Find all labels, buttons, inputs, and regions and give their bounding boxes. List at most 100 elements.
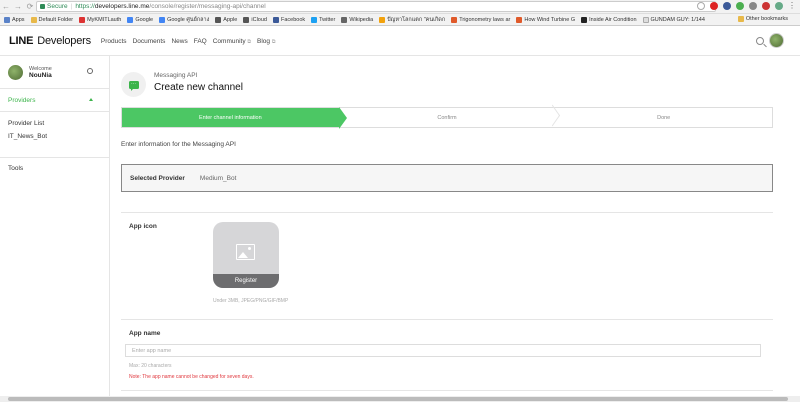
app-name-label: App name bbox=[129, 330, 161, 337]
step-enter-info: Enter channel information bbox=[122, 107, 347, 129]
bookmark-item[interactable]: Google ศูนย์กลาง bbox=[159, 16, 209, 24]
bookmark-item[interactable]: ปัญหาโลกแตก "คนเกิดก bbox=[379, 16, 445, 24]
step-confirm: Confirm bbox=[339, 108, 556, 127]
bookmark-item[interactable]: MyKMITLauth bbox=[79, 16, 121, 23]
icon-upload-hint: Under 3MB, JPEG/PNG/GIF/BMP bbox=[213, 298, 289, 304]
nav-faq[interactable]: FAQ bbox=[194, 38, 207, 45]
bookmark-item[interactable]: Default Folder bbox=[30, 16, 73, 23]
external-link-icon: ⧉ bbox=[271, 38, 276, 45]
app-name-input[interactable] bbox=[125, 344, 761, 357]
forward-icon[interactable]: → bbox=[12, 2, 24, 11]
divider bbox=[121, 319, 773, 320]
sidebar: Welcome NouNia Providers Provider List I… bbox=[0, 56, 110, 402]
app-icon-label: App icon bbox=[129, 223, 157, 230]
gear-icon[interactable] bbox=[87, 68, 93, 74]
bookmark-item[interactable]: Trigonometry laws ar bbox=[451, 16, 510, 23]
extension-icons: ⋮ bbox=[697, 2, 796, 10]
bookmark-item[interactable]: Google bbox=[127, 16, 153, 23]
selected-provider-value: Medium_Bot bbox=[199, 174, 237, 182]
apple-icon bbox=[243, 16, 250, 23]
profile-icon[interactable] bbox=[775, 2, 783, 10]
bookmark-item[interactable]: How Wind Turbine G bbox=[516, 16, 575, 23]
lock-icon bbox=[40, 4, 45, 9]
browser-address-bar: ← → ⟳ Secure | https:// developers.line.… bbox=[0, 0, 800, 14]
selected-provider-label: Selected Provider bbox=[130, 174, 185, 182]
messaging-api-icon: ··· bbox=[121, 72, 146, 97]
star-icon[interactable] bbox=[697, 2, 705, 10]
url-bar[interactable]: Secure | https:// developers.line.me /co… bbox=[36, 1, 716, 12]
site-header: LINE Developers Products Documents News F… bbox=[0, 27, 800, 56]
bookmark-item[interactable]: Apps bbox=[4, 16, 25, 23]
url-scheme: https:// bbox=[75, 3, 95, 10]
selected-provider-box: Selected Provider Medium_Bot bbox=[121, 164, 773, 192]
register-icon-button[interactable]: Register bbox=[213, 274, 279, 288]
intro-text: Enter information for the Messaging API bbox=[121, 141, 236, 148]
extension-icon[interactable] bbox=[723, 2, 731, 10]
bookmark-item[interactable]: Apple bbox=[215, 16, 237, 23]
back-icon[interactable]: ← bbox=[0, 2, 12, 11]
progress-steps: Enter channel information Confirm Done bbox=[121, 107, 773, 129]
sidebar-item-it-news-bot[interactable]: IT_News_Bot bbox=[8, 133, 109, 140]
page-icon bbox=[642, 16, 649, 23]
drive-icon[interactable] bbox=[736, 2, 744, 10]
bookmark-item[interactable]: iCloud bbox=[243, 16, 267, 23]
search-icon[interactable] bbox=[756, 37, 764, 45]
folder-icon bbox=[737, 16, 744, 22]
url-path: /console/register/messaging-api/channel bbox=[149, 3, 266, 10]
sidebar-item-tools[interactable]: Tools bbox=[0, 158, 109, 172]
site-icon bbox=[581, 16, 588, 23]
bookmarks-bar: Apps Default Folder MyKMITLauth Google G… bbox=[0, 14, 800, 26]
bookmark-item[interactable]: Inside Air Condition bbox=[581, 16, 637, 23]
other-bookmarks[interactable]: Other bookmarks bbox=[737, 16, 788, 22]
bookmark-item[interactable]: Facebook bbox=[272, 16, 305, 23]
step-done: Done bbox=[657, 114, 671, 121]
bookmark-item[interactable]: Wikipedia bbox=[341, 16, 373, 23]
apps-icon bbox=[4, 16, 10, 23]
sidebar-item-provider-list[interactable]: Provider List bbox=[8, 120, 109, 127]
chat-bubble-icon: ··· bbox=[128, 80, 139, 91]
avatar bbox=[8, 64, 23, 80]
secure-indicator: Secure bbox=[40, 3, 68, 10]
nav-products[interactable]: Products bbox=[101, 38, 127, 45]
google-icon bbox=[159, 16, 166, 23]
facebook-icon bbox=[272, 16, 279, 23]
page-title: Create new channel bbox=[154, 82, 243, 93]
url-host: developers.line.me bbox=[94, 3, 150, 10]
user-panel: Welcome NouNia bbox=[0, 56, 109, 89]
huawei-icon bbox=[79, 16, 86, 23]
site-icon bbox=[379, 16, 386, 23]
folder-icon bbox=[30, 16, 37, 23]
nav-documents[interactable]: Documents bbox=[133, 38, 166, 45]
blogger-icon bbox=[516, 16, 523, 23]
app-name-max-hint: Max: 20 characters bbox=[129, 363, 172, 369]
adblock-icon[interactable] bbox=[762, 2, 770, 10]
opera-icon[interactable] bbox=[710, 2, 718, 10]
external-link-icon: ⧉ bbox=[247, 38, 251, 45]
google-icon bbox=[127, 16, 134, 23]
line-developers-logo[interactable]: LINE Developers bbox=[9, 35, 91, 47]
chevron-up-icon bbox=[89, 98, 93, 101]
reload-icon[interactable]: ⟳ bbox=[24, 2, 36, 11]
nav-news[interactable]: News bbox=[171, 38, 187, 45]
menu-icon[interactable]: ⋮ bbox=[788, 2, 796, 10]
bookmark-item[interactable]: GUNDAM GUY: 1/144 bbox=[642, 16, 705, 23]
welcome-text: Welcome bbox=[29, 65, 52, 72]
sidebar-item-providers[interactable]: Providers bbox=[0, 89, 109, 112]
nav-community[interactable]: Community ⧉ bbox=[213, 38, 251, 45]
scrollbar-thumb[interactable] bbox=[8, 397, 788, 401]
page-subtitle: Messaging API bbox=[154, 72, 198, 79]
wikipedia-icon bbox=[341, 16, 348, 23]
apple-icon bbox=[215, 16, 222, 23]
app-name-warning: Note: The app name cannot be changed for… bbox=[129, 374, 254, 380]
main-content: ··· Messaging API Create new channel Ent… bbox=[111, 56, 800, 402]
bookmark-item[interactable]: Twitter bbox=[311, 16, 335, 23]
image-placeholder-icon bbox=[236, 244, 255, 260]
username: NouNia bbox=[29, 71, 52, 79]
app-icon-upload[interactable]: Register bbox=[213, 222, 279, 288]
avatar[interactable] bbox=[769, 33, 784, 48]
divider bbox=[121, 212, 773, 213]
horizontal-scrollbar[interactable] bbox=[0, 396, 800, 402]
nav-blog[interactable]: Blog ⧉ bbox=[257, 38, 275, 45]
cast-icon[interactable] bbox=[749, 2, 757, 10]
provider-list-group: Provider List IT_News_Bot bbox=[0, 112, 109, 158]
